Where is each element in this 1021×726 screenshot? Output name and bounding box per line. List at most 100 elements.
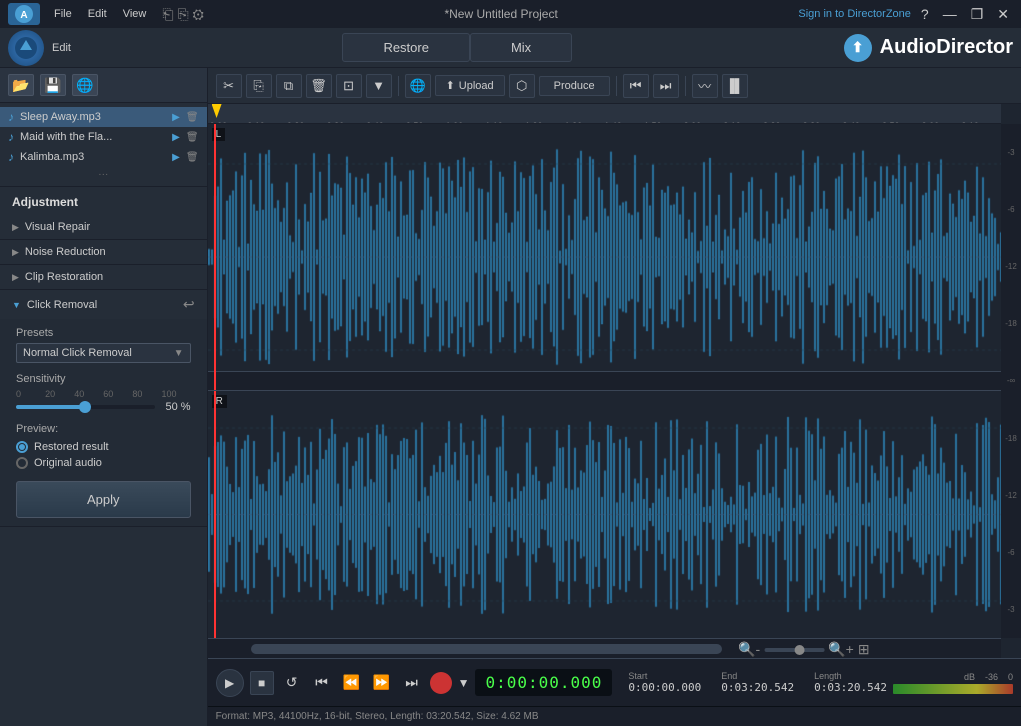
scissors-button[interactable]: ✂ bbox=[216, 74, 242, 98]
scrollbar-thumb[interactable] bbox=[251, 644, 722, 654]
visual-repair-header[interactable]: ▶ Visual Repair bbox=[0, 215, 207, 239]
header-tabs: Restore Mix bbox=[75, 33, 840, 62]
export-button[interactable]: ⬡ bbox=[509, 74, 535, 98]
zoom-out-button[interactable]: 🔍- bbox=[738, 641, 760, 658]
save-button[interactable]: 💾 bbox=[40, 74, 66, 96]
record-dropdown[interactable]: ▼ bbox=[458, 676, 470, 690]
globe-button[interactable]: 🌐 bbox=[405, 74, 431, 98]
menu-bar: File Edit View bbox=[48, 6, 152, 22]
music-icon-1: ♪ bbox=[8, 110, 14, 124]
help-button[interactable]: ? bbox=[917, 6, 933, 22]
separator-3 bbox=[685, 76, 686, 96]
produce-button[interactable]: Produce bbox=[539, 76, 610, 96]
h-scrollbar[interactable] bbox=[208, 638, 1001, 658]
sensitivity-scale: 0 20 40 60 80 100 bbox=[16, 389, 191, 399]
music-icon-3: ♪ bbox=[8, 150, 14, 164]
play-file-1[interactable]: ▶ bbox=[172, 112, 180, 123]
file-name-3: Kalimba.mp3 bbox=[20, 151, 166, 163]
browse-button[interactable]: 🌐 bbox=[72, 74, 98, 96]
file-item-2[interactable]: ♪ Maid with the Fla... ▶ 🗑 bbox=[0, 127, 207, 147]
playhead-marker[interactable] bbox=[212, 104, 222, 118]
sensitivity-value: 50 % bbox=[161, 401, 191, 413]
file-list: ♪ Sleep Away.mp3 ▶ 🗑 ♪ Maid with the Fla… bbox=[0, 103, 207, 187]
minimize-button[interactable]: — bbox=[939, 6, 961, 22]
db-6-bot: -6 bbox=[1007, 548, 1014, 557]
rewind-button[interactable]: ⏮ bbox=[623, 74, 649, 98]
app-logo: A bbox=[8, 3, 40, 25]
end-button[interactable]: ⏭ bbox=[400, 671, 424, 695]
title-bar: A File Edit View ⎗ ⎘ ⚙ *New Untitled Pro… bbox=[0, 0, 1021, 28]
preview-label: Preview: bbox=[16, 423, 191, 435]
track-right: R bbox=[208, 391, 1001, 638]
zoom-controls: 🔍- 🔍+ ⊞ bbox=[738, 641, 869, 658]
zoom-in-button[interactable]: 🔍+ bbox=[828, 641, 854, 658]
file-toolbar: 📂 💾 🌐 bbox=[0, 68, 207, 103]
return-to-start-button[interactable]: ↺ bbox=[280, 671, 304, 695]
scale-0: 0 bbox=[16, 389, 45, 399]
rewind-button[interactable]: ⏪ bbox=[340, 671, 364, 695]
delete-file-3[interactable]: 🗑 bbox=[186, 152, 199, 163]
dropdown-button[interactable]: ▼ bbox=[366, 74, 392, 98]
record-button[interactable] bbox=[430, 672, 452, 694]
delete-file-2[interactable]: 🗑 bbox=[186, 132, 199, 143]
close-button[interactable]: ✕ bbox=[993, 6, 1013, 23]
zoom-thumb[interactable] bbox=[794, 645, 804, 655]
play-button[interactable]: ▶ bbox=[216, 669, 244, 697]
fit-button[interactable]: ⊞ bbox=[858, 641, 870, 658]
sensitivity-slider-thumb[interactable] bbox=[79, 401, 91, 413]
noise-reduction-header[interactable]: ▶ Noise Reduction bbox=[0, 240, 207, 264]
radio-restored-result[interactable]: Restored result bbox=[16, 441, 191, 453]
produce-label: Produce bbox=[554, 80, 595, 92]
zoom-slider[interactable] bbox=[764, 648, 824, 652]
waveform-canvas-left bbox=[208, 124, 1001, 390]
preset-dropdown[interactable]: Normal Click Removal ▼ bbox=[16, 343, 191, 363]
stop-button[interactable]: ■ bbox=[250, 671, 274, 695]
edit-tab-label[interactable]: Edit bbox=[52, 42, 71, 54]
delete-file-1[interactable]: 🗑 bbox=[186, 112, 199, 123]
tab-mix[interactable]: Mix bbox=[470, 33, 572, 62]
apply-button[interactable]: Apply bbox=[16, 481, 191, 518]
tab-restore[interactable]: Restore bbox=[342, 33, 470, 62]
radio-restored-label: Restored result bbox=[34, 441, 109, 453]
sensitivity-slider-track[interactable] bbox=[16, 405, 155, 409]
brand-icon: ⬆ bbox=[844, 34, 872, 62]
undo-click-removal[interactable]: ↩ bbox=[183, 296, 195, 313]
crop-button[interactable]: ⊡ bbox=[336, 74, 362, 98]
file-item-1[interactable]: ♪ Sleep Away.mp3 ▶ 🗑 bbox=[0, 107, 207, 127]
start-label: Start bbox=[628, 671, 647, 681]
file-menu[interactable]: File bbox=[48, 6, 78, 22]
sign-in-link[interactable]: Sign in to DirectorZone bbox=[798, 8, 911, 20]
file-name-2: Maid with the Fla... bbox=[20, 131, 166, 143]
waveform-button[interactable]: 〰 bbox=[692, 74, 718, 98]
open-file-button[interactable]: 📂 bbox=[8, 74, 34, 96]
radio-original-audio[interactable]: Original audio bbox=[16, 457, 191, 469]
music-icon-2: ♪ bbox=[8, 130, 14, 144]
delete-button[interactable]: 🗑 bbox=[306, 74, 332, 98]
adjustment-panel: Adjustment ▶ Visual Repair ▶ Noise Reduc… bbox=[0, 187, 207, 726]
clip-restoration-header[interactable]: ▶ Clip Restoration bbox=[0, 265, 207, 289]
prev-frame-button[interactable]: ⏮ bbox=[310, 671, 334, 695]
view-menu[interactable]: View bbox=[117, 6, 153, 22]
db-3-top: -3 bbox=[1007, 148, 1014, 157]
file-item-3[interactable]: ♪ Kalimba.mp3 ▶ 🗑 bbox=[0, 147, 207, 167]
maximize-button[interactable]: ❐ bbox=[967, 6, 988, 23]
forward-button[interactable]: ⏩ bbox=[370, 671, 394, 695]
end-label: End bbox=[721, 671, 737, 681]
time-info: Start 0:00:00.000 End 0:03:20.542 Length… bbox=[628, 671, 887, 694]
paste-button[interactable]: ⧉ bbox=[276, 74, 302, 98]
sensitivity-slider-fill bbox=[16, 405, 85, 409]
noise-reduction-label: Noise Reduction bbox=[25, 246, 106, 258]
upload-button[interactable]: ⬆ Upload bbox=[435, 75, 505, 96]
ff-button[interactable]: ⏭ bbox=[653, 74, 679, 98]
vu-db-36: -36 bbox=[985, 672, 998, 682]
bars-button[interactable]: ▐▌ bbox=[722, 74, 748, 98]
play-file-3[interactable]: ▶ bbox=[172, 152, 180, 163]
play-file-2[interactable]: ▶ bbox=[172, 132, 180, 143]
visual-repair-label: Visual Repair bbox=[25, 221, 90, 233]
scale-100: 100 bbox=[161, 389, 190, 399]
db-inf: -∞ bbox=[1007, 376, 1015, 385]
copy-button[interactable]: ⎘ bbox=[246, 74, 272, 98]
click-removal-header[interactable]: ▼ Click Removal ↩ bbox=[0, 290, 207, 319]
sensitivity-label: Sensitivity bbox=[16, 373, 191, 385]
edit-menu[interactable]: Edit bbox=[82, 6, 113, 22]
